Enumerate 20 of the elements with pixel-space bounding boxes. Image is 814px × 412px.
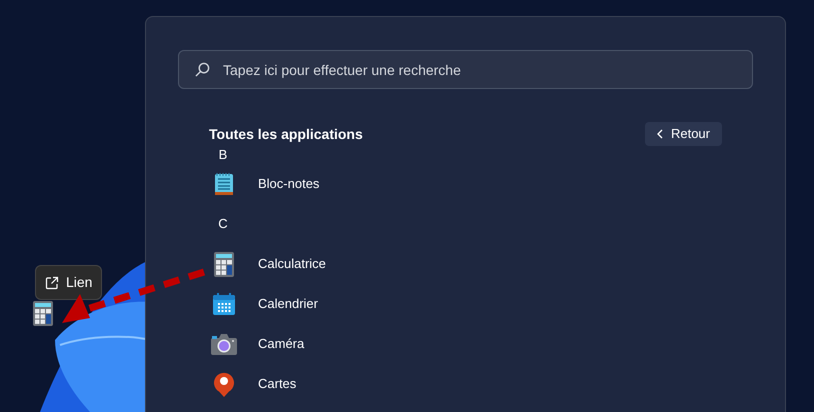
search-icon bbox=[195, 62, 210, 77]
calculator-icon bbox=[214, 252, 234, 276]
calculator-icon bbox=[33, 301, 53, 326]
app-list-item[interactable]: Caméra bbox=[211, 324, 753, 364]
search-field[interactable]: Tapez ici pour effectuer une recherche bbox=[178, 50, 753, 89]
app-list-item[interactable]: Cartes bbox=[211, 364, 753, 404]
tooltip-label: Lien bbox=[66, 273, 92, 292]
letter-header[interactable]: C bbox=[211, 214, 235, 234]
notepad-icon bbox=[214, 172, 234, 196]
app-list-item[interactable]: Calendrier bbox=[211, 284, 753, 324]
external-link-icon bbox=[45, 276, 59, 290]
back-button[interactable]: Retour bbox=[644, 122, 722, 146]
camera-icon bbox=[211, 333, 237, 355]
section-title: Toutes les applications bbox=[209, 124, 363, 144]
chevron-left-icon bbox=[656, 129, 663, 139]
letter-header[interactable]: B bbox=[211, 144, 235, 164]
app-list-item[interactable]: Bloc-notes bbox=[211, 164, 753, 204]
map-pin-icon bbox=[213, 371, 235, 397]
app-list-item[interactable]: Calculatrice bbox=[211, 244, 753, 284]
calendar-icon bbox=[212, 292, 236, 316]
